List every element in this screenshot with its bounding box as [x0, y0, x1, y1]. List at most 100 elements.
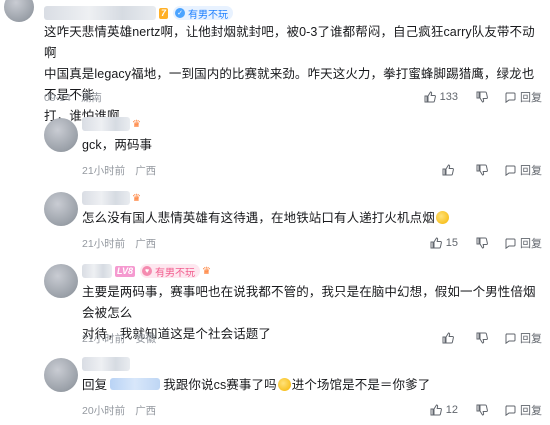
- comment-meta: 20小时前 广西: [82, 403, 156, 418]
- thumb-up-icon: [430, 404, 442, 416]
- thumb-down-icon: [476, 164, 488, 176]
- username-row: ♛: [82, 190, 141, 206]
- smile-emoji-icon: [435, 211, 449, 224]
- dislike-button[interactable]: [476, 164, 492, 176]
- thumb-up-icon: [442, 164, 454, 176]
- avatar[interactable]: [44, 264, 78, 298]
- comment-location: 广西: [135, 165, 157, 177]
- comment-1: 7 ✓ 有男不玩 这咋天悲情英雄nertz啊，让他封烟就封吧，被0-3了谁都帮闷…: [0, 0, 550, 123]
- reply-icon: [505, 165, 516, 176]
- like-count: 15: [445, 237, 458, 249]
- thumb-down-icon: [476, 404, 488, 416]
- dislike-button[interactable]: [476, 332, 492, 344]
- smile-emoji-icon: [277, 378, 291, 391]
- thumb-up-icon: [442, 332, 454, 344]
- comment-time: 21小时前: [82, 333, 126, 345]
- reply-label: 回复: [520, 165, 542, 177]
- username-blurred[interactable]: [82, 264, 112, 278]
- thumb-down-icon: [476, 237, 488, 249]
- username-blurred[interactable]: [82, 357, 130, 371]
- comment-date: 09-14: [44, 91, 71, 104]
- avatar[interactable]: [44, 118, 78, 152]
- fan-badge: ✓ 有男不玩: [173, 6, 234, 21]
- comment-body-b: 进个场馆是不是＝你爹了: [291, 378, 431, 392]
- comment-text: 怎么没有国人悲情英雄有这待遇，在地铁站口有人递打火机点烟: [82, 208, 450, 229]
- level-badge: 7: [159, 7, 169, 19]
- comment-time: 20小时前: [82, 405, 126, 417]
- fan-medal-icon: ♛: [132, 118, 141, 130]
- comment-body: 怎么没有国人悲情英雄有这待遇，在地铁站口有人递打火机点烟: [82, 211, 435, 225]
- avatar[interactable]: [44, 358, 78, 392]
- like-count: 12: [445, 404, 458, 416]
- reply-button[interactable]: 回复: [504, 402, 542, 418]
- fan-badge-label: 有男不玩: [155, 267, 196, 279]
- thumb-up-icon: [430, 237, 442, 249]
- like-count: 133: [439, 91, 458, 103]
- mention-blurred[interactable]: [110, 378, 161, 390]
- like-button[interactable]: 12: [430, 404, 458, 416]
- reply-icon: [505, 333, 516, 344]
- reply-button[interactable]: 回复: [504, 330, 542, 346]
- comment-location: 广西: [135, 405, 157, 417]
- comment-meta: 09-14 湖南: [44, 90, 102, 105]
- comment-line: 这咋天悲情英雄nertz啊，让他封烟就封吧，被0-3了谁都帮闷，自己疯狂carr…: [44, 25, 535, 60]
- comment-actions: 回复: [424, 162, 542, 178]
- comment-3: ♛ 怎么没有国人悲情英雄有这待遇，在地铁站口有人递打火机点烟 21小时前 广西 …: [0, 184, 550, 256]
- dislike-button[interactable]: [476, 237, 492, 249]
- level-badge: LV8: [115, 265, 136, 277]
- reply-button[interactable]: 回复: [504, 89, 542, 105]
- comment-actions: 回复: [424, 330, 542, 346]
- fan-badge-icon: ♥: [142, 266, 153, 276]
- reply-icon: [505, 238, 516, 249]
- comment-body-a: 我跟你说cs赛事了吗: [163, 378, 277, 392]
- like-button[interactable]: [442, 164, 458, 176]
- comment-text: 回复 我跟你说cs赛事了吗 进个场馆是不是＝你爹了: [82, 375, 430, 396]
- comment-4: LV8 ♥ 有男不玩 ♛ 主要是两码事，赛事吧也在说我都不管的，我只是在脑中幻想…: [0, 256, 550, 348]
- comment-actions: 15 回复: [412, 235, 542, 251]
- dislike-button[interactable]: [476, 91, 492, 103]
- thumb-down-icon: [476, 91, 488, 103]
- like-button[interactable]: 15: [430, 237, 458, 249]
- comment-5: 回复 我跟你说cs赛事了吗 进个场馆是不是＝你爹了 20小时前 广西 12 回复: [0, 348, 550, 425]
- username-blurred[interactable]: [82, 191, 130, 205]
- like-button[interactable]: [442, 332, 458, 344]
- reply-button[interactable]: 回复: [504, 162, 542, 178]
- comment-text: gck，两码事: [82, 138, 153, 152]
- fan-badge-label: 有男不玩: [188, 9, 229, 21]
- thumb-up-icon: [424, 91, 436, 103]
- username-row: [82, 356, 130, 372]
- dislike-button[interactable]: [476, 404, 492, 416]
- username-row: ♛: [82, 116, 141, 132]
- avatar[interactable]: [4, 0, 34, 22]
- comment-2: ♛ gck，两码事 21小时前 广西 回复: [0, 108, 550, 184]
- fan-medal-icon: ♛: [202, 265, 211, 277]
- comment-meta: 21小时前 安徽: [82, 331, 156, 346]
- comment-location: 广西: [135, 238, 157, 250]
- comment-line: 主要是两码事，赛事吧也在说我都不管的，我只是在脑中幻想，假如一个男性倍烟会被怎么: [82, 285, 536, 320]
- comment-location: 湖南: [80, 92, 102, 104]
- fan-badge-icon: ✓: [175, 8, 186, 18]
- comment-time: 21小时前: [82, 238, 126, 250]
- reply-label: 回复: [520, 405, 542, 417]
- fan-badge: ♥ 有男不玩: [140, 264, 201, 279]
- like-button[interactable]: 133: [424, 91, 458, 103]
- username-row: 7 ✓ 有男不玩: [44, 5, 234, 21]
- reply-label: 回复: [520, 238, 542, 250]
- comment-time: 21小时前: [82, 165, 126, 177]
- comment-location: 安徽: [135, 333, 157, 345]
- username-row: LV8 ♥ 有男不玩 ♛: [82, 263, 211, 279]
- comment-actions: 12 回复: [412, 402, 542, 418]
- reply-label: 回复: [520, 333, 542, 345]
- reply-icon: [505, 405, 516, 416]
- comment-meta: 21小时前 广西: [82, 236, 156, 251]
- comment-actions: 133 回复: [406, 89, 542, 105]
- avatar[interactable]: [44, 192, 78, 226]
- username-blurred[interactable]: [82, 117, 130, 131]
- comment-meta: 21小时前 广西: [82, 163, 156, 178]
- username-blurred[interactable]: [44, 6, 156, 20]
- reply-prefix: 回复: [82, 378, 108, 392]
- reply-label: 回复: [520, 92, 542, 104]
- reply-icon: [505, 92, 516, 103]
- reply-button[interactable]: 回复: [504, 235, 542, 251]
- fan-medal-icon: ♛: [132, 192, 141, 204]
